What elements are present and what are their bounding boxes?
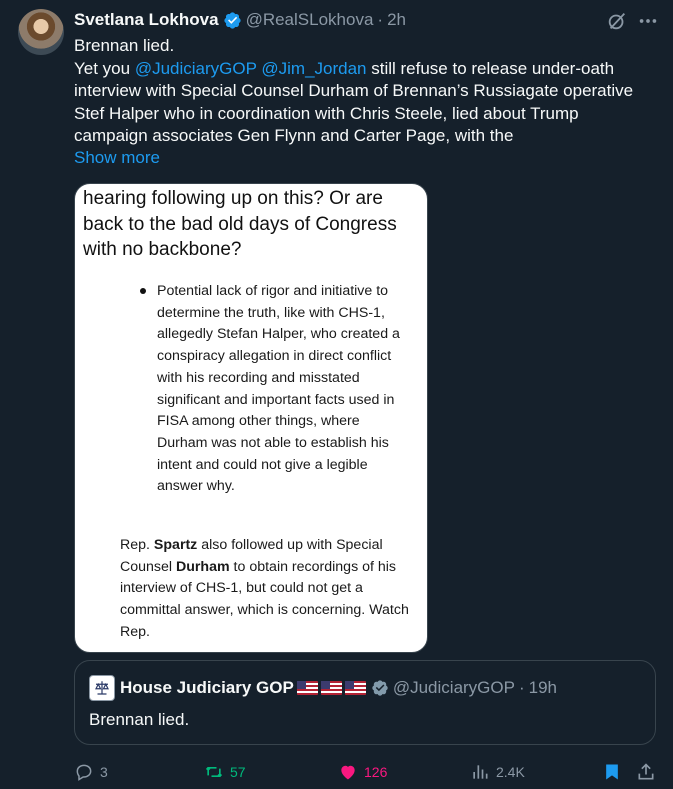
bookmark-button[interactable]	[602, 760, 622, 784]
views-count: 2.4K	[496, 764, 525, 780]
retweet-button[interactable]: 57	[204, 760, 246, 784]
views-icon	[473, 765, 488, 779]
retweet-count: 57	[230, 764, 246, 780]
like-count: 126	[364, 764, 388, 780]
show-more-link[interactable]: Show more	[74, 148, 160, 168]
quoted-text: Brennan lied.	[89, 710, 190, 729]
tweet-text-pre: Yet you	[74, 58, 135, 78]
verified-badge-icon	[372, 680, 388, 696]
tweet-timestamp[interactable]: 2h	[387, 10, 406, 30]
quoted-timestamp: 19h	[528, 678, 558, 697]
verified-badge-icon	[223, 11, 241, 29]
us-flag-icon	[344, 681, 366, 695]
para-part-1: Rep.	[120, 537, 154, 553]
reply-icon	[76, 764, 92, 781]
image-bullet-text: Potential lack of rigor and initiative t…	[157, 283, 400, 495]
share-button[interactable]	[636, 760, 656, 784]
us-flag-icon	[296, 681, 318, 695]
image-heading: hearing following up on this? Or are bac…	[83, 188, 397, 260]
bookmark-icon	[606, 764, 618, 780]
reply-count: 3	[100, 764, 108, 780]
mention-jim-jordan[interactable]: @Jim_Jordan	[261, 59, 366, 78]
quoted-author-name: House Judiciary GOP	[120, 678, 294, 697]
tweet-image[interactable]: hearing following up on this? Or are bac…	[74, 183, 428, 653]
quoted-tweet[interactable]: House Judiciary GOP @JudiciaryGOP · 19h …	[74, 660, 656, 745]
share-icon	[638, 763, 654, 780]
us-flag-icon	[320, 681, 342, 695]
like-button[interactable]: 126	[338, 760, 387, 784]
quoted-avatar	[89, 675, 115, 701]
tweet-line-1: Brennan lied.	[74, 36, 175, 55]
tweet-line-2: Yet you @JudiciaryGOP @Jim_Jordan still …	[74, 58, 654, 148]
tweet-body: Brennan lied. Yet you @JudiciaryGOP @Jim…	[74, 35, 654, 148]
like-icon	[341, 765, 355, 780]
para-bold-durham: Durham	[176, 558, 230, 575]
header-separator: ·	[377, 10, 384, 29]
para-bold-spartz: Spartz	[153, 537, 198, 553]
views-button[interactable]: 2.4K	[470, 760, 525, 784]
action-bar: 3 57 126 2.4K	[74, 760, 659, 784]
author-name[interactable]: Svetlana Lokhova	[74, 10, 219, 30]
author-handle[interactable]: @RealSLokhova	[246, 10, 374, 30]
grok-icon[interactable]	[606, 10, 628, 32]
retweet-icon	[205, 767, 223, 777]
tweet-header: Svetlana Lokhova @RealSLokhova · 2h	[74, 9, 406, 31]
image-paragraph: Rep. Spartz also followed up with Specia…	[120, 535, 420, 644]
scales-of-justice-icon	[95, 681, 109, 695]
bullet-point	[140, 288, 146, 294]
quoted-separator: ·	[518, 678, 525, 697]
quoted-header: House Judiciary GOP @JudiciaryGOP · 19h	[120, 675, 557, 701]
reply-button[interactable]: 3	[74, 760, 108, 784]
author-avatar[interactable]	[18, 9, 64, 55]
quoted-handle: @JudiciaryGOP	[392, 678, 515, 697]
more-icon[interactable]	[637, 10, 659, 32]
mention-judiciarygop[interactable]: @JudiciaryGOP	[135, 59, 257, 78]
